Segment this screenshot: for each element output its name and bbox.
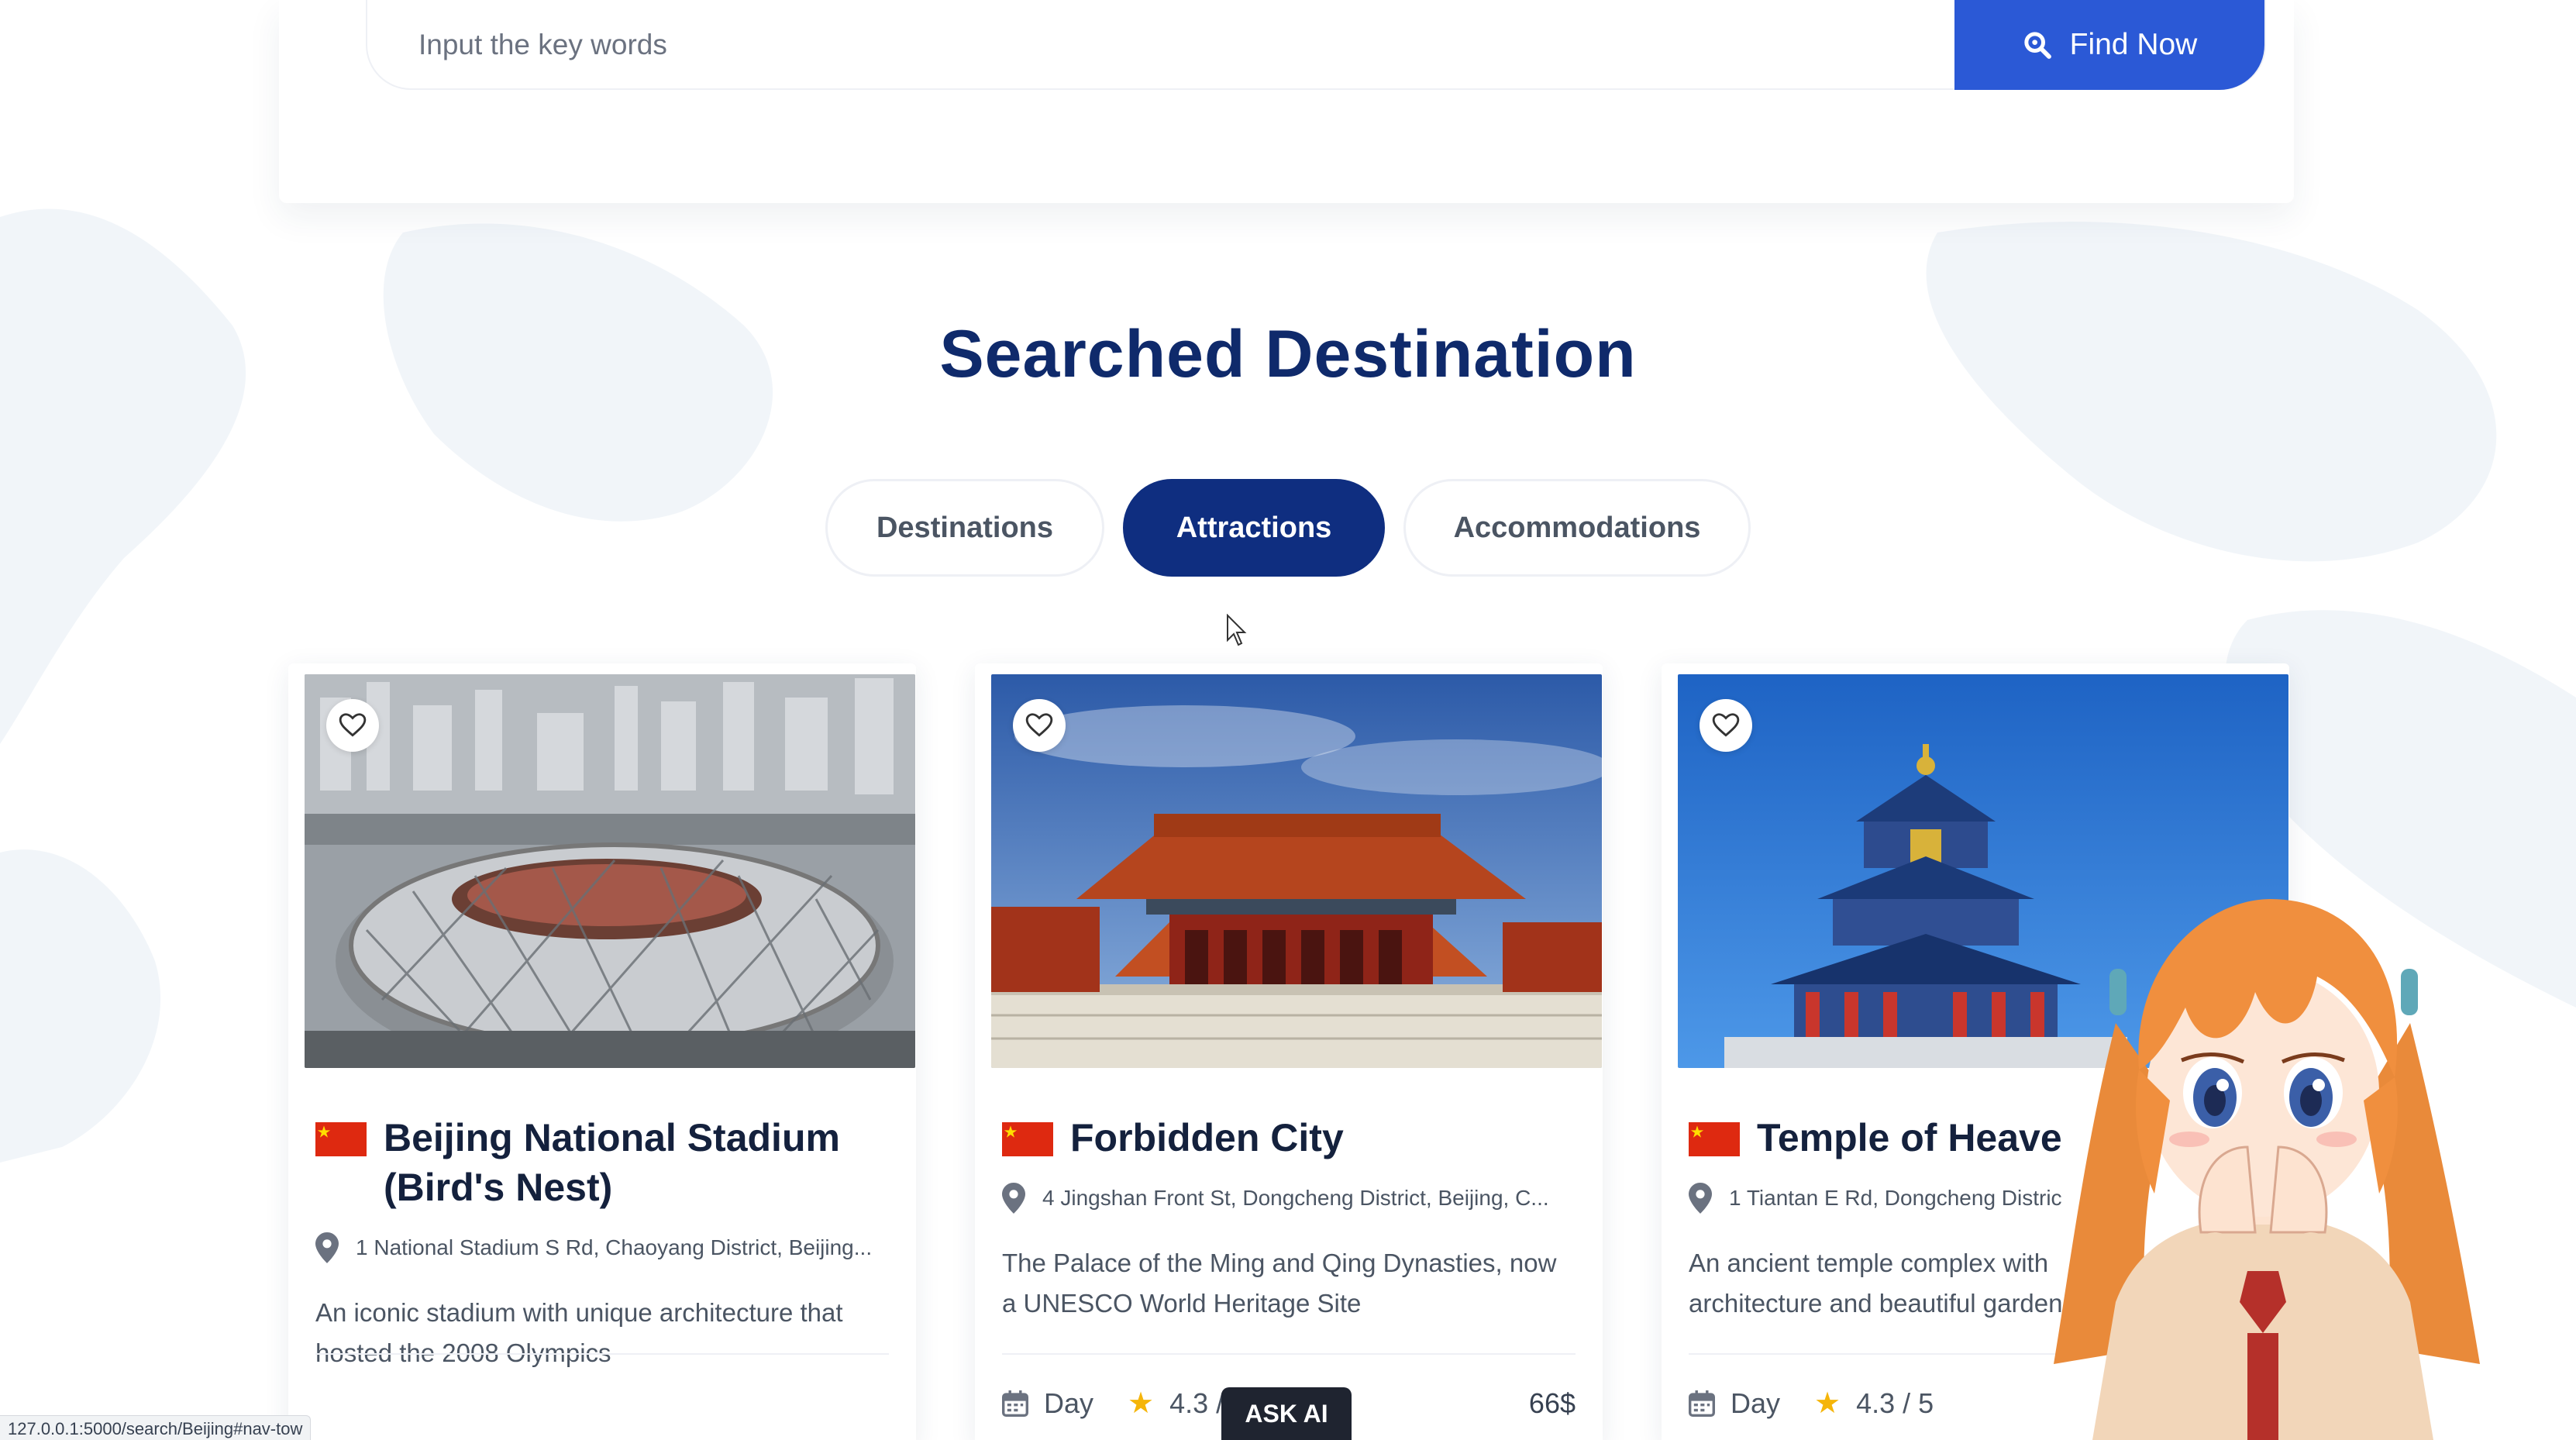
card-title[interactable]: Temple of Heave (1757, 1113, 2062, 1163)
find-now-button[interactable]: Find Now (1954, 0, 2264, 90)
search-icon (2022, 29, 2053, 60)
china-flag-icon (1002, 1122, 1053, 1156)
china-flag-icon (315, 1122, 367, 1156)
results-grid: Beijing National Stadium (Bird's Nest) 1… (288, 663, 2295, 1440)
tab-accommodations[interactable]: Accommodations (1403, 479, 1751, 577)
attraction-card[interactable]: Forbidden City 4 Jingshan Front St, Dong… (975, 663, 1603, 1440)
tab-destinations[interactable]: Destinations (825, 479, 1104, 577)
search-panel: Find Now (279, 0, 2294, 203)
card-rating: 4.3 / 5 (1856, 1387, 1934, 1419)
card-rating: 4.3 / (1169, 1387, 1224, 1419)
favorite-button[interactable] (1013, 699, 1066, 752)
find-now-label: Find Now (2069, 28, 2198, 61)
tab-attractions[interactable]: Attractions (1123, 479, 1385, 577)
ask-ai-button[interactable]: ASK AI (1221, 1387, 1352, 1440)
card-title[interactable]: Forbidden City (1070, 1113, 1344, 1163)
location-pin-icon (1689, 1183, 1712, 1214)
card-address: 1 National Stadium S Rd, Chaoyang Distri… (356, 1235, 873, 1259)
category-tabs: Destinations Attractions Accommodations (0, 479, 2576, 577)
card-address: 1 Tiantan E Rd, Dongcheng Distric (1729, 1186, 2062, 1210)
card-duration: Day (1731, 1387, 1781, 1419)
heart-icon (338, 711, 367, 740)
heart-icon (1025, 711, 1054, 740)
search-field: Find Now (366, 0, 2266, 90)
card-image-forbidden-city (991, 674, 1602, 1068)
card-image-birds-nest (305, 674, 915, 1068)
attraction-card[interactable]: Beijing National Stadium (Bird's Nest) 1… (288, 663, 916, 1440)
location-pin-icon (1002, 1183, 1025, 1214)
status-bar-url: 127.0.0.1:5000/search/Beijing#nav-tow (0, 1415, 312, 1440)
card-description: The Palace of the Ming and Qing Dynastie… (1002, 1249, 1557, 1318)
card-description-line-2: architecture and beautiful gardens (1689, 1289, 2075, 1318)
card-meta (315, 1353, 889, 1386)
location-pin-icon (315, 1232, 339, 1263)
china-flag-icon (1689, 1122, 1740, 1156)
favorite-button[interactable] (326, 699, 379, 752)
search-input[interactable] (418, 17, 1782, 73)
heart-icon (1711, 711, 1741, 740)
star-icon: ★ (1814, 1387, 1841, 1420)
calendar-icon (1002, 1390, 1028, 1417)
section-title: Searched Destination (939, 317, 1637, 391)
card-title[interactable]: Beijing National Stadium (Bird's Nest) (384, 1113, 889, 1212)
calendar-icon (1689, 1390, 1715, 1417)
card-price: 66$ (1528, 1387, 1576, 1419)
card-address: 4 Jingshan Front St, Dongcheng District,… (1042, 1186, 1549, 1210)
card-description-line-1: An ancient temple complex with (1689, 1249, 2049, 1277)
card-duration: Day (1044, 1387, 1094, 1419)
mouse-cursor-icon (1226, 613, 1249, 652)
star-icon: ★ (1128, 1387, 1155, 1420)
favorite-button[interactable] (1700, 699, 1752, 752)
assistant-character-avatar[interactable] (2023, 868, 2503, 1440)
